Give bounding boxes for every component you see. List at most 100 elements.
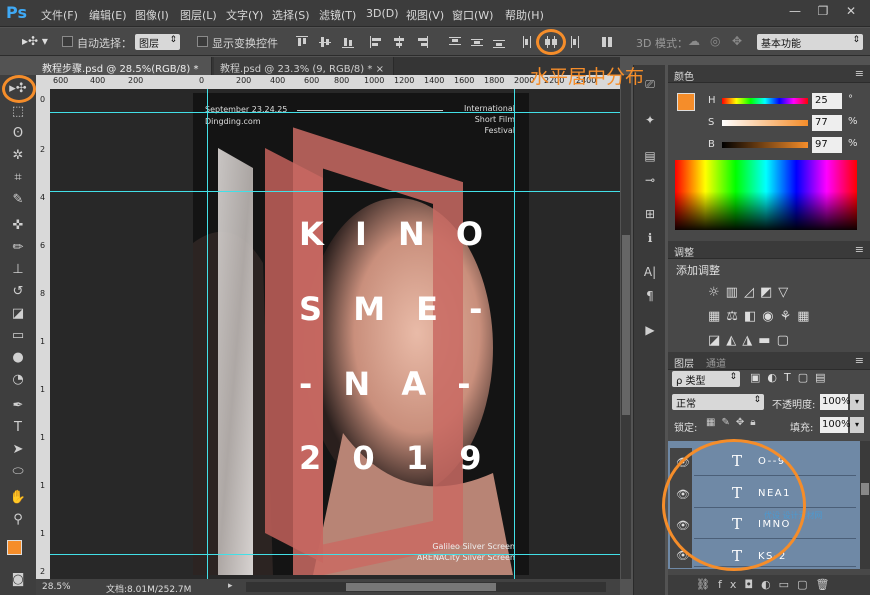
3d-rotate-icon[interactable]: ☁: [688, 34, 700, 48]
foreground-color-swatch[interactable]: [7, 540, 22, 555]
lock-all-icon[interactable]: 🔒︎: [750, 417, 761, 428]
workspace-dropdown[interactable]: 基本功能: [757, 34, 863, 50]
scroll-thumb[interactable]: [346, 583, 496, 591]
align-left-icon[interactable]: [369, 35, 383, 49]
tab-channels[interactable]: 通道: [706, 355, 726, 370]
3d-roll-icon[interactable]: ◎: [710, 34, 720, 48]
menu-help[interactable]: 帮助(H): [505, 7, 544, 23]
exposure-icon[interactable]: ◩: [760, 285, 778, 300]
brush-tool-icon[interactable]: ✏: [9, 239, 27, 257]
filter-smart-icon[interactable]: ▤: [815, 371, 832, 384]
brightness-contrast-icon[interactable]: ☼: [708, 285, 726, 300]
menu-window[interactable]: 窗口(W): [452, 7, 493, 23]
blur-tool-icon[interactable]: ●: [9, 349, 27, 367]
color-foreground-swatch[interactable]: [677, 93, 695, 111]
curves-icon[interactable]: ◿: [744, 285, 760, 300]
filter-adjustment-icon[interactable]: ◐: [767, 371, 784, 384]
hand-tool-icon[interactable]: ✋: [9, 489, 27, 507]
posterize-icon[interactable]: ◭: [726, 333, 742, 348]
panel-menu-icon[interactable]: ≡: [855, 67, 864, 80]
threshold-icon[interactable]: ◮: [742, 333, 758, 348]
vertical-scrollbar[interactable]: [621, 75, 631, 579]
color-spectrum[interactable]: [675, 160, 857, 230]
menu-image[interactable]: 图像(I): [135, 7, 169, 23]
auto-align-icon[interactable]: [600, 35, 614, 49]
hue-saturation-icon[interactable]: ▦: [708, 309, 726, 324]
zoom-tool-icon[interactable]: ⚲: [9, 511, 27, 529]
distribute-bottom-icon[interactable]: [492, 35, 506, 49]
menu-3d[interactable]: 3D(D): [366, 7, 399, 20]
fx-icon[interactable]: fx: [718, 578, 744, 591]
eyedropper-tool-icon[interactable]: ✎: [9, 191, 27, 209]
selective-color-icon[interactable]: ▢: [777, 333, 795, 348]
saturation-slider[interactable]: [722, 120, 808, 126]
panel-menu-icon[interactable]: ≡: [855, 243, 864, 256]
guide-horizontal[interactable]: [50, 554, 620, 555]
character-panel-icon[interactable]: A|: [641, 263, 659, 281]
link-layers-icon[interactable]: ⛓︎: [696, 578, 718, 591]
align-hcenter-icon[interactable]: [392, 35, 406, 49]
tab-tutorial-steps[interactable]: 教程步骤.psd @ 28.5%(RGB/8) * ×: [36, 57, 212, 86]
timeline-panel-icon[interactable]: ▶: [641, 321, 659, 339]
lasso-tool-icon[interactable]: ʘ: [9, 125, 27, 143]
menu-filter[interactable]: 滤镜(T): [319, 7, 356, 23]
show-transform-checkbox[interactable]: [197, 36, 208, 47]
filter-type-icon[interactable]: T: [784, 371, 798, 384]
new-layer-icon[interactable]: ▢: [797, 578, 815, 591]
pen-tool-icon[interactable]: ✒: [9, 397, 27, 415]
marquee-tool-icon[interactable]: ⬚: [9, 103, 27, 121]
distribute-top-icon[interactable]: [448, 35, 462, 49]
restore-icon[interactable]: ❐: [812, 4, 834, 22]
eraser-tool-icon[interactable]: ◪: [9, 305, 27, 323]
panel-menu-icon[interactable]: ≡: [855, 354, 864, 367]
menu-view[interactable]: 视图(V): [406, 7, 444, 23]
distribute-left-icon[interactable]: [521, 35, 535, 49]
quick-select-tool-icon[interactable]: ✲: [9, 147, 27, 165]
align-bottom-icon[interactable]: [341, 35, 355, 49]
distribute-vcenter-icon[interactable]: [470, 35, 484, 49]
paragraph-panel-icon[interactable]: ¶: [641, 287, 659, 305]
rectangle-tool-icon[interactable]: ⬭: [9, 463, 27, 481]
color-lookup-icon[interactable]: ▦: [797, 309, 815, 324]
tab-adjustments[interactable]: 调整: [674, 244, 694, 259]
align-vcenter-icon[interactable]: [318, 35, 332, 49]
vibrance-icon[interactable]: ▽: [778, 285, 794, 300]
photo-filter-icon[interactable]: ◉: [762, 309, 779, 324]
actions-panel-icon[interactable]: ✦: [641, 111, 659, 129]
guide-horizontal[interactable]: [50, 112, 620, 113]
clone-stamp-tool-icon[interactable]: ⊥: [9, 261, 27, 279]
gradient-tool-icon[interactable]: ▭: [9, 327, 27, 345]
saturation-value[interactable]: 77: [812, 115, 842, 131]
align-right-icon[interactable]: [415, 35, 429, 49]
menu-select[interactable]: 选择(S): [272, 7, 310, 23]
fill-value[interactable]: 100%: [820, 417, 851, 433]
brightness-slider[interactable]: [722, 142, 808, 148]
fill-dropdown-icon[interactable]: ▾: [850, 417, 864, 433]
path-select-tool-icon[interactable]: ➤: [9, 441, 27, 459]
scroll-thumb[interactable]: [861, 483, 869, 495]
add-mask-icon[interactable]: ◘: [744, 578, 761, 591]
move-tool-preset-icon[interactable]: ▸✣ ▾: [22, 34, 48, 50]
3d-drag-icon[interactable]: ✥: [732, 34, 742, 48]
info-panel-icon[interactable]: ℹ: [641, 229, 659, 247]
tab-close-icon[interactable]: ×: [376, 64, 384, 75]
hue-slider[interactable]: [722, 98, 808, 104]
close-icon[interactable]: ✕: [840, 4, 862, 22]
channel-mixer-icon[interactable]: ⚘: [780, 309, 798, 324]
align-top-icon[interactable]: [295, 35, 309, 49]
guide-horizontal[interactable]: [50, 191, 620, 192]
horizontal-scrollbar[interactable]: [246, 582, 606, 592]
history-brush-tool-icon[interactable]: ↺: [9, 283, 27, 301]
new-group-icon[interactable]: ▭: [779, 578, 797, 591]
lock-position-icon[interactable]: ✥: [736, 417, 750, 428]
dodge-tool-icon[interactable]: ◔: [9, 371, 27, 389]
levels-icon[interactable]: ▥: [726, 285, 744, 300]
lock-image-icon[interactable]: ✎: [721, 417, 735, 428]
guide-vertical[interactable]: [207, 89, 208, 579]
distribute-right-icon[interactable]: [566, 35, 580, 49]
menu-layer[interactable]: 图层(L): [180, 7, 217, 23]
layer-comps-icon[interactable]: ▤: [641, 147, 659, 165]
filter-shape-icon[interactable]: ▢: [798, 371, 815, 384]
tab-color[interactable]: 颜色: [674, 68, 694, 83]
document-canvas[interactable]: September 23.24.25 Dingding.com Internat…: [193, 93, 529, 575]
